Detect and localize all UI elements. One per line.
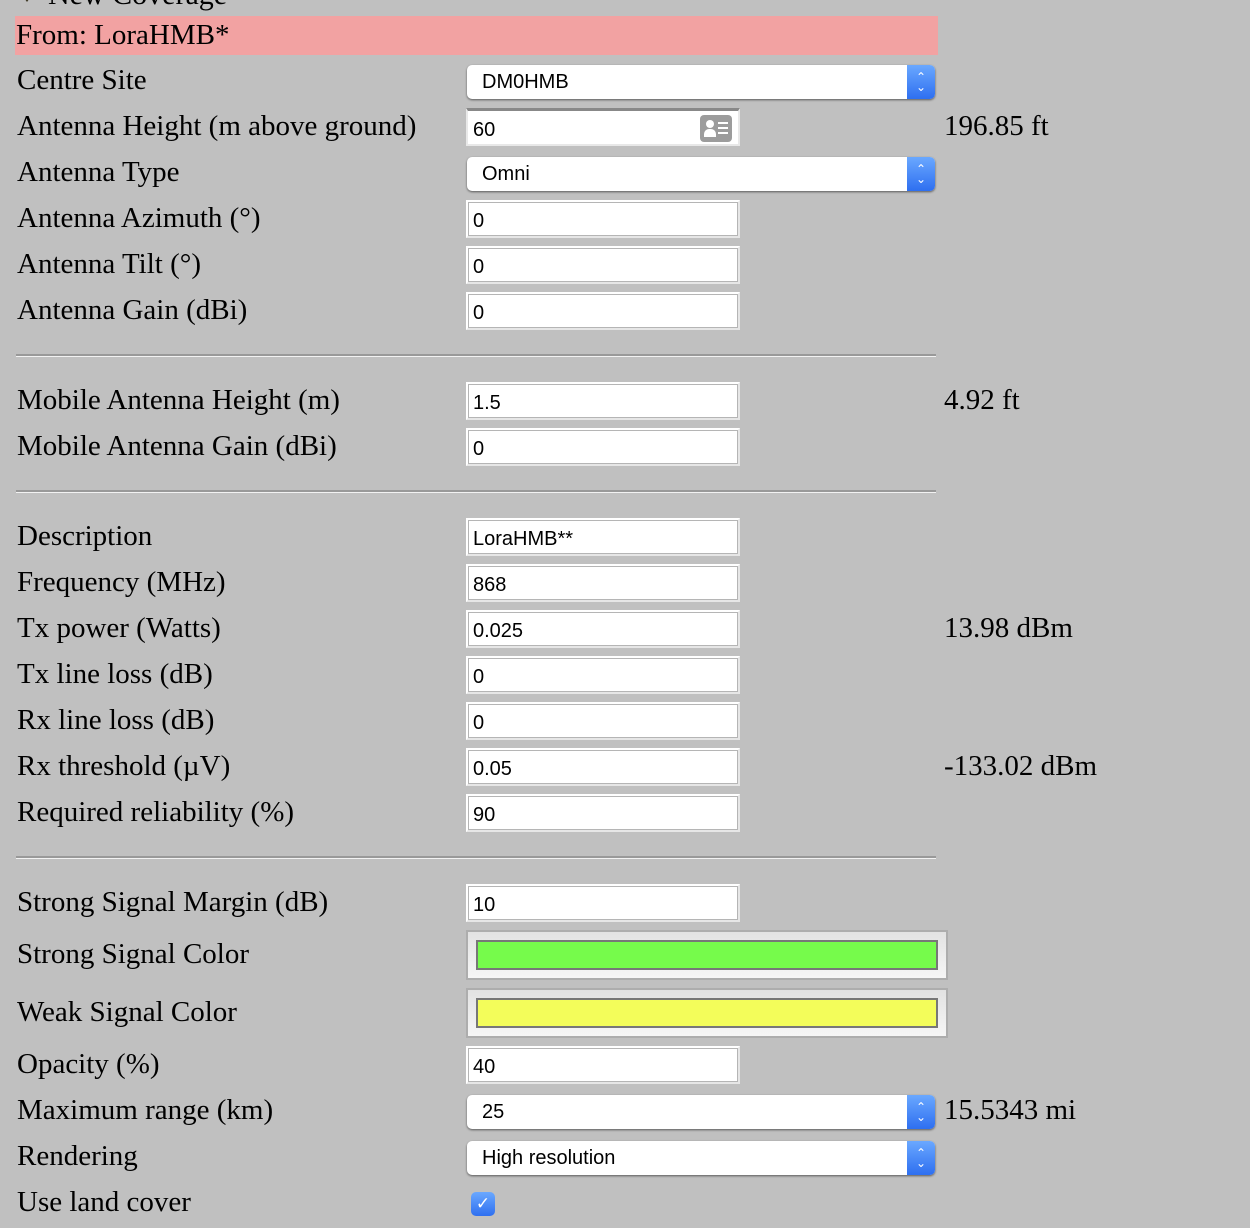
tx-line-loss-label: Tx line loss (dB) bbox=[17, 658, 213, 690]
select-arrows-icon: ⌃ ⌄ bbox=[907, 1095, 935, 1129]
weak-signal-color-picker[interactable] bbox=[466, 988, 948, 1038]
mobile-antenna-gain-input[interactable]: 0 bbox=[466, 428, 740, 466]
maximum-range-value: 25 bbox=[482, 1101, 505, 1123]
antenna-height-feet: 196.85 ft bbox=[944, 110, 1049, 142]
rendering-select[interactable]: High resolution ⌃ ⌄ bbox=[467, 1141, 935, 1175]
section-divider bbox=[16, 354, 936, 357]
rendering-value: High resolution bbox=[482, 1147, 616, 1169]
section-title[interactable]: New Coverage bbox=[20, 0, 227, 10]
frequency-input[interactable]: 868 bbox=[466, 564, 740, 602]
antenna-gain-label: Antenna Gain (dBi) bbox=[17, 294, 248, 326]
mobile-antenna-gain-label: Mobile Antenna Gain (dBi) bbox=[17, 430, 337, 462]
centre-site-value: DM0HMB bbox=[482, 71, 569, 93]
maximum-range-label: Maximum range (km) bbox=[17, 1094, 274, 1126]
antenna-height-label: Antenna Height (m above ground) bbox=[17, 110, 417, 142]
required-reliability-label: Required reliability (%) bbox=[17, 796, 295, 828]
rx-line-loss-label: Rx line loss (dB) bbox=[17, 704, 215, 736]
use-land-cover-label: Use land cover bbox=[17, 1186, 191, 1218]
antenna-azimuth-input[interactable]: 0 bbox=[466, 200, 740, 238]
rx-threshold-label: Rx threshold (µV) bbox=[17, 750, 231, 782]
antenna-type-label: Antenna Type bbox=[17, 156, 180, 188]
description-input[interactable]: LoraHMB** bbox=[466, 518, 740, 556]
strong-signal-margin-input[interactable]: 10 bbox=[466, 884, 740, 922]
required-reliability-input[interactable]: 90 bbox=[466, 794, 740, 832]
antenna-azimuth-label: Antenna Azimuth (°) bbox=[17, 202, 261, 234]
select-arrows-icon: ⌃ ⌄ bbox=[907, 157, 935, 191]
centre-site-label: Centre Site bbox=[17, 64, 147, 96]
collapse-triangle-icon[interactable] bbox=[20, 0, 34, 3]
section-title-text: New Coverage bbox=[48, 0, 227, 11]
tx-power-input[interactable]: 0.025 bbox=[466, 610, 740, 648]
antenna-height-input[interactable]: 60 bbox=[466, 108, 740, 146]
tx-power-dbm: 13.98 dBm bbox=[944, 612, 1073, 644]
strong-signal-color-picker[interactable] bbox=[466, 930, 948, 980]
checkmark-icon: ✓ bbox=[475, 1194, 491, 1214]
antenna-tilt-label: Antenna Tilt (°) bbox=[17, 248, 201, 280]
section-divider bbox=[16, 490, 936, 493]
antenna-type-value: Omni bbox=[482, 163, 530, 185]
from-banner: From: LoraHMB* bbox=[15, 16, 938, 55]
rx-threshold-input[interactable]: 0.05 bbox=[466, 748, 740, 786]
tx-power-label: Tx power (Watts) bbox=[17, 612, 221, 644]
maximum-range-select[interactable]: 25 ⌃ ⌄ bbox=[467, 1095, 935, 1129]
mobile-antenna-height-feet: 4.92 ft bbox=[944, 384, 1020, 416]
strong-signal-color-swatch bbox=[476, 940, 938, 970]
strong-signal-color-label: Strong Signal Color bbox=[17, 938, 250, 970]
antenna-height-value: 60 bbox=[473, 119, 496, 141]
frequency-label: Frequency (MHz) bbox=[17, 566, 226, 598]
tx-line-loss-input[interactable]: 0 bbox=[466, 656, 740, 694]
mobile-antenna-height-label: Mobile Antenna Height (m) bbox=[17, 384, 340, 416]
maximum-range-miles: 15.5343 mi bbox=[944, 1094, 1077, 1126]
select-arrows-icon: ⌃ ⌄ bbox=[907, 1141, 935, 1175]
section-divider bbox=[16, 856, 936, 859]
rx-line-loss-input[interactable]: 0 bbox=[466, 702, 740, 740]
antenna-tilt-input[interactable]: 0 bbox=[466, 246, 740, 284]
contact-card-icon[interactable] bbox=[700, 115, 732, 142]
antenna-gain-input[interactable]: 0 bbox=[466, 292, 740, 330]
antenna-type-select[interactable]: Omni ⌃ ⌄ bbox=[467, 157, 935, 191]
description-label: Description bbox=[17, 520, 153, 552]
mobile-antenna-height-input[interactable]: 1.5 bbox=[466, 382, 740, 420]
opacity-input[interactable]: 40 bbox=[466, 1046, 740, 1084]
weak-signal-color-swatch bbox=[476, 998, 938, 1028]
centre-site-select[interactable]: DM0HMB ⌃ ⌄ bbox=[467, 65, 935, 99]
opacity-label: Opacity (%) bbox=[17, 1048, 160, 1080]
select-arrows-icon: ⌃ ⌄ bbox=[907, 65, 935, 99]
weak-signal-color-label: Weak Signal Color bbox=[17, 996, 237, 1028]
rendering-label: Rendering bbox=[17, 1140, 138, 1172]
rx-threshold-dbm: -133.02 dBm bbox=[944, 750, 1098, 782]
strong-signal-margin-label: Strong Signal Margin (dB) bbox=[17, 886, 329, 918]
use-land-cover-checkbox[interactable]: ✓ bbox=[471, 1192, 495, 1216]
